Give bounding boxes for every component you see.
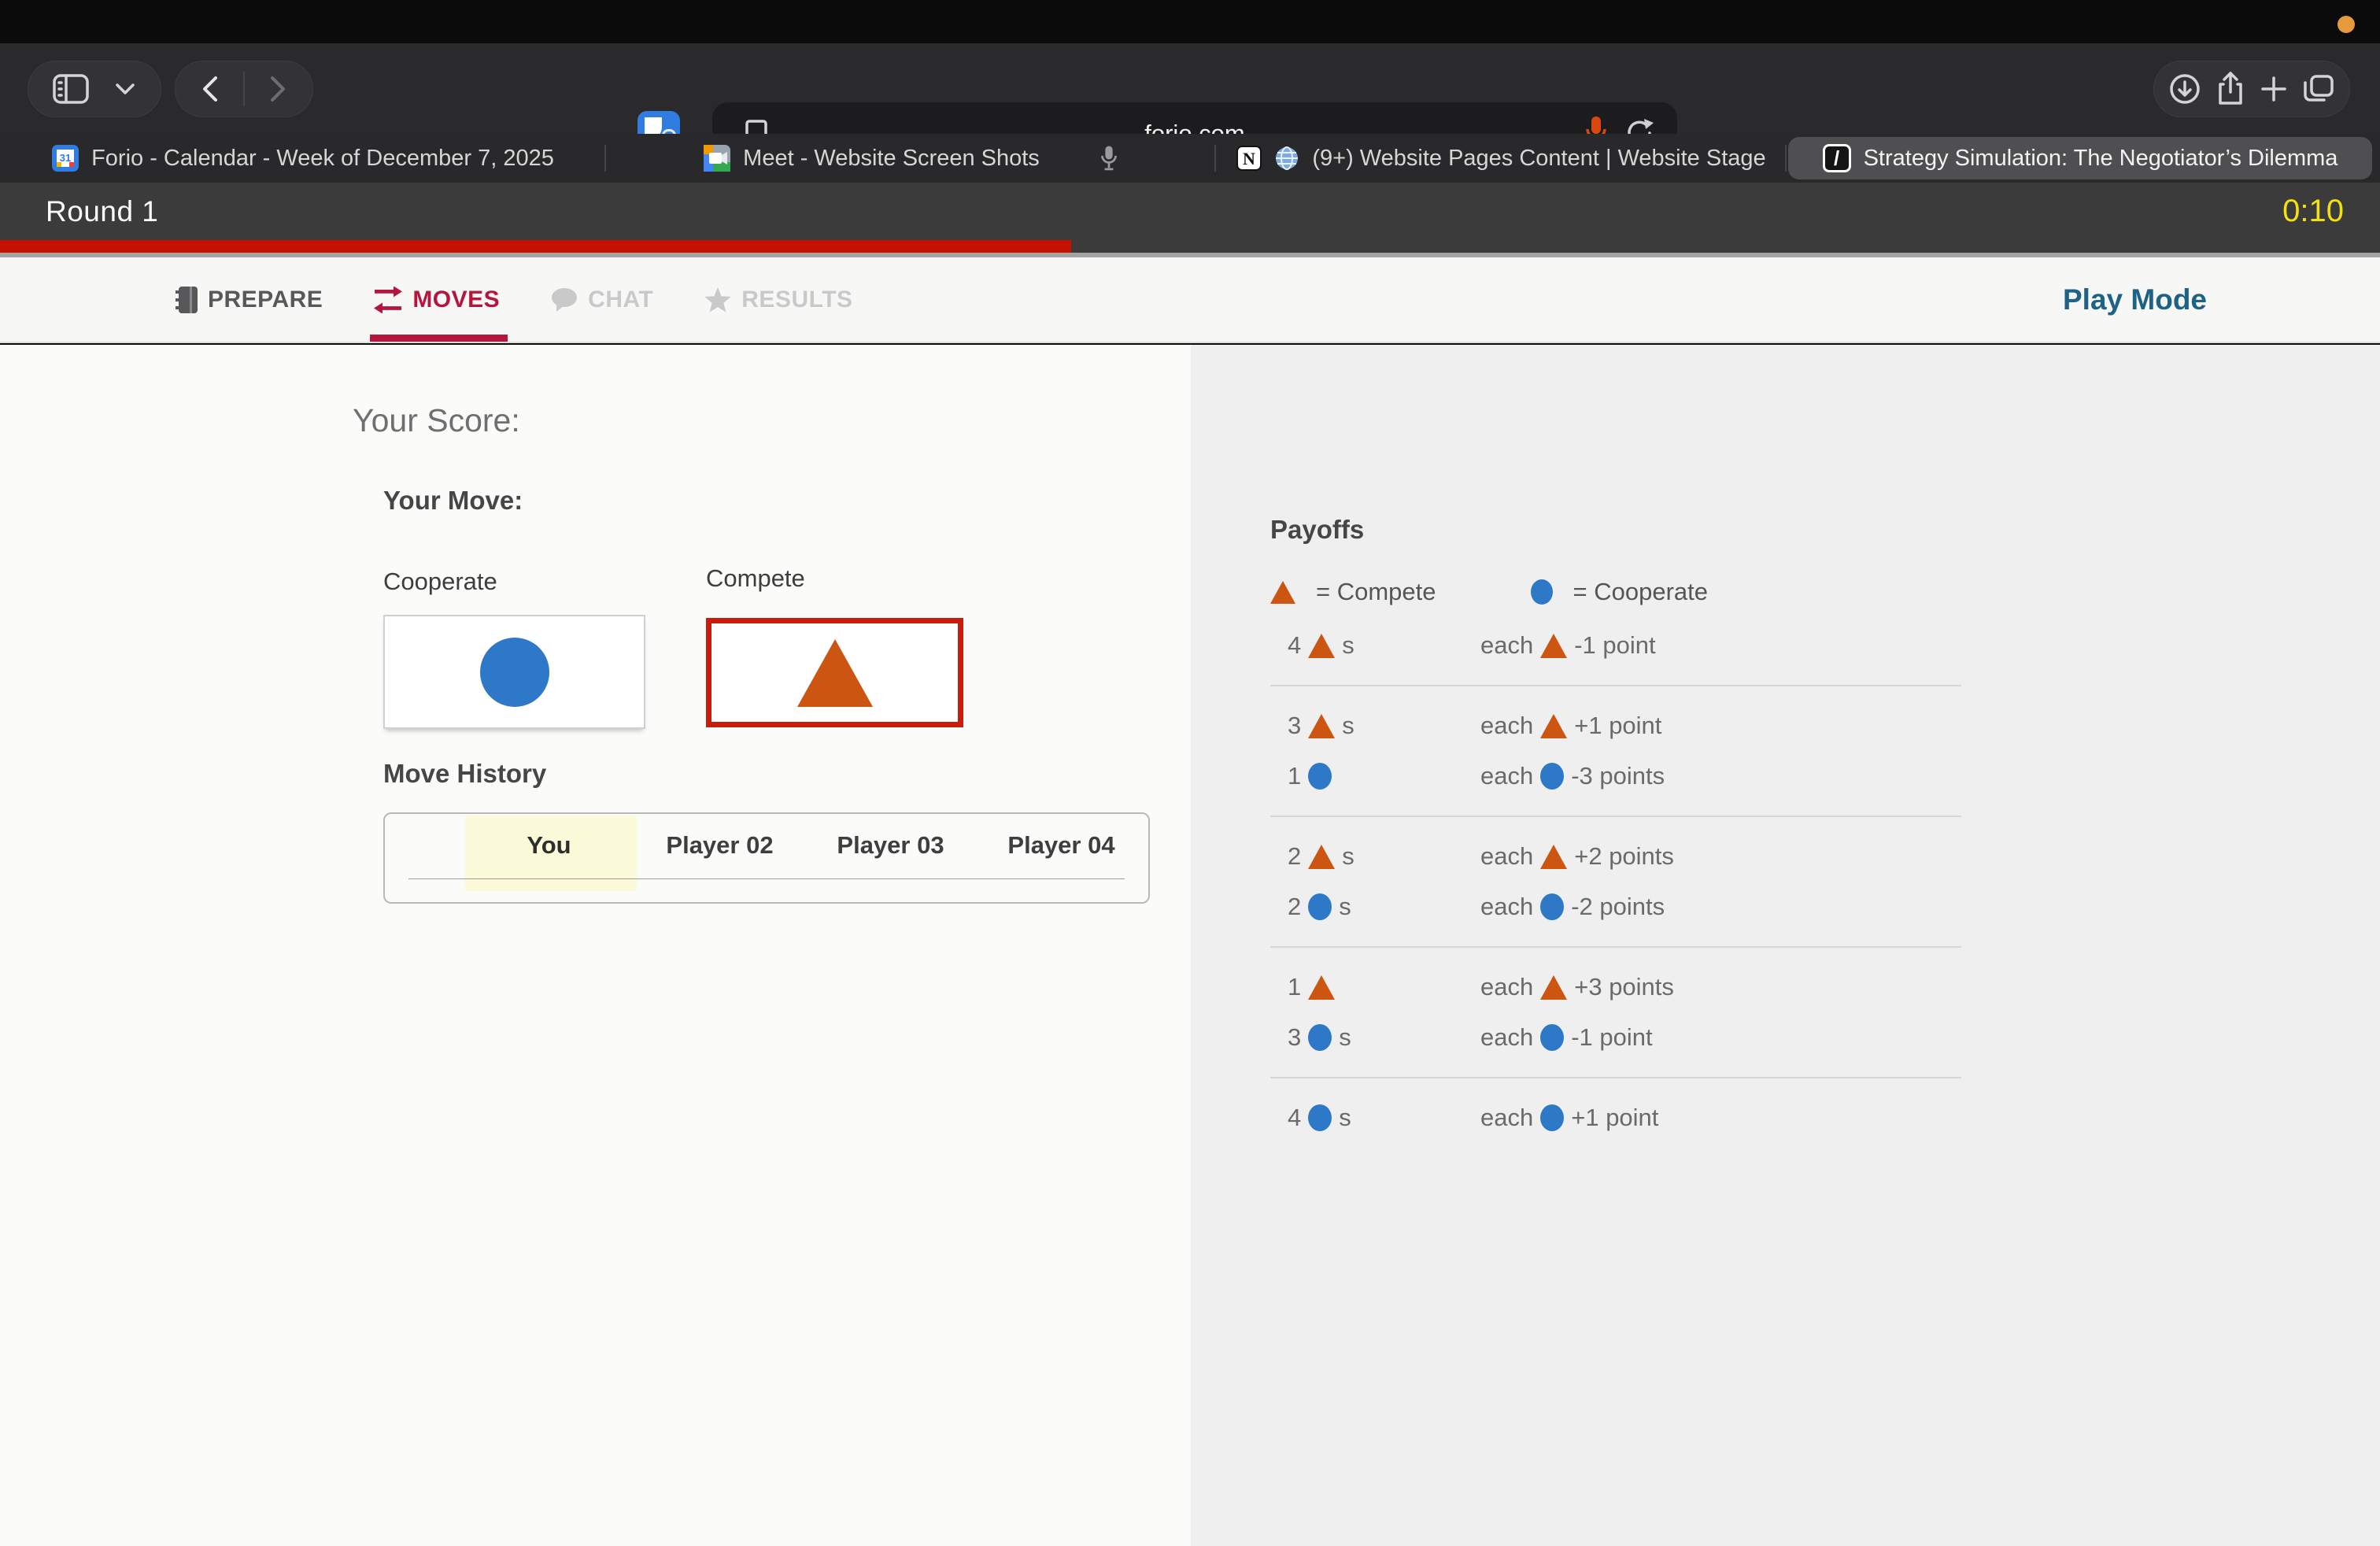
circle-icon (1540, 1104, 1564, 1131)
toolbar-right-buttons (2153, 61, 2350, 117)
column-header-player04: Player 04 (976, 814, 1147, 877)
tab-microphone-icon (1099, 145, 1118, 172)
globe-icon (1274, 146, 1299, 171)
tab-strategy-simulation[interactable]: / Strategy Simulation: The Negotiator’s … (1788, 137, 2372, 179)
round-progress-track (0, 240, 2380, 253)
share-icon[interactable] (2216, 72, 2245, 106)
triangle-icon (1270, 581, 1295, 604)
payoff-row: 3s each+1 point 1 each-3 points (1270, 686, 1961, 817)
swap-arrows-icon (373, 287, 403, 313)
sim-nav: PREPARE MOVES CHAT RESULTS Play Mode (0, 257, 2380, 343)
tab-title: Strategy Simulation: The Negotiator’s Di… (1864, 146, 2338, 172)
legend-cooperate-label: = Cooperate (1573, 578, 1708, 606)
payoff-row: 4s each-1 point (1270, 606, 1961, 686)
screen: forio.com (0, 0, 2380, 1546)
recording-indicator-icon (2338, 16, 2355, 33)
compete-option-button-selected[interactable] (706, 618, 963, 727)
macos-menubar (0, 0, 2380, 43)
payoff-row: 1 each+3 points 3s each-1 point (1270, 948, 1961, 1078)
triangle-icon (1540, 975, 1567, 1000)
circle-icon (480, 638, 549, 707)
payoffs-title: Payoffs (1270, 515, 1961, 545)
browser-toolbar: forio.com (0, 43, 2380, 134)
forward-icon[interactable] (269, 75, 288, 103)
payoff-row: 4s each+1 point (1270, 1078, 1961, 1157)
tab-meet[interactable]: Meet - Website Screen Shots (606, 134, 1216, 183)
circle-icon (1308, 763, 1332, 790)
star-icon (704, 287, 732, 313)
your-score-label: Your Score: (353, 402, 520, 439)
svg-text:31: 31 (60, 152, 71, 164)
circle-icon (1540, 893, 1564, 920)
round-progress-fill (0, 240, 1071, 253)
download-icon[interactable] (2168, 72, 2201, 105)
circle-icon (1540, 763, 1564, 790)
payoffs-panel: Payoffs = Compete = Cooperate 4s each-1 … (1191, 345, 2380, 1546)
column-header-you: You (464, 814, 634, 877)
triangle-icon (797, 639, 873, 707)
round-timer: 0:10 (2282, 194, 2344, 229)
column-header-player02: Player 02 (634, 814, 805, 877)
tab-overview-icon[interactable] (2302, 73, 2335, 105)
move-history-title: Move History (383, 759, 546, 789)
sidebar-icon[interactable] (53, 74, 89, 104)
sidebar-controls (28, 61, 161, 117)
circle-icon (1308, 1104, 1332, 1131)
back-icon[interactable] (200, 75, 219, 103)
new-tab-icon[interactable] (2260, 75, 2288, 103)
compete-label: Compete (706, 564, 805, 593)
tab-calendar[interactable]: 31 Forio - Calendar - Week of December 7… (0, 134, 606, 183)
triangle-icon (1540, 634, 1567, 658)
google-calendar-icon: 31 (52, 145, 79, 172)
slash-icon: / (1823, 144, 1851, 172)
triangle-icon (1308, 714, 1335, 738)
google-meet-icon (704, 145, 730, 172)
triangle-icon (1308, 975, 1335, 1000)
svg-text:N: N (1243, 149, 1255, 168)
cooperate-option-button[interactable] (383, 615, 645, 729)
triangle-icon (1540, 714, 1567, 738)
move-history-table: You Player 02 Player 03 Player 04 (383, 812, 1150, 904)
tab-results[interactable]: RESULTS (704, 257, 852, 342)
payoffs-legend: = Compete = Cooperate (1270, 578, 1961, 606)
tab-title: Meet - Website Screen Shots (743, 146, 1040, 172)
column-header-player03: Player 03 (805, 814, 976, 877)
round-label: Round 1 (46, 195, 158, 228)
payoff-row: 2s each+2 points 2s each-2 points (1270, 817, 1961, 948)
tab-chat[interactable]: CHAT (550, 257, 653, 342)
tab-moves[interactable]: MOVES (373, 257, 500, 342)
cooperate-label: Cooperate (383, 568, 497, 596)
circle-icon (1308, 1024, 1332, 1051)
legend-compete-label: = Compete (1316, 578, 1436, 606)
play-mode-link[interactable]: Play Mode (2063, 283, 2207, 316)
circle-icon (1308, 893, 1332, 920)
circle-icon (1531, 579, 1553, 605)
triangle-icon (1308, 634, 1335, 658)
tab-title: Forio - Calendar - Week of December 7, 2… (91, 146, 554, 172)
tab-bar: 31 Forio - Calendar - Week of December 7… (0, 134, 2380, 183)
table-header-divider (408, 878, 1125, 879)
moves-panel: Your Score: Your Move: Cooperate Compete… (0, 345, 1191, 1546)
triangle-icon (1308, 845, 1335, 869)
notebook-icon (175, 286, 198, 314)
tab-title: (9+) Website Pages Content | Website Sta… (1312, 146, 1765, 172)
round-header: Round 1 0:10 (0, 183, 2380, 240)
history-controls (175, 61, 313, 117)
circle-icon (1540, 1024, 1564, 1051)
triangle-icon (1540, 845, 1567, 869)
chevron-down-icon[interactable] (114, 82, 136, 96)
your-move-label: Your Move: (383, 486, 523, 516)
divider (243, 72, 245, 106)
notion-icon: N (1236, 146, 1262, 171)
chat-bubble-icon (550, 287, 578, 313)
tab-notion[interactable]: N (9+) Website Pages Content | Website S… (1216, 134, 1787, 183)
tab-prepare[interactable]: PREPARE (175, 257, 323, 342)
